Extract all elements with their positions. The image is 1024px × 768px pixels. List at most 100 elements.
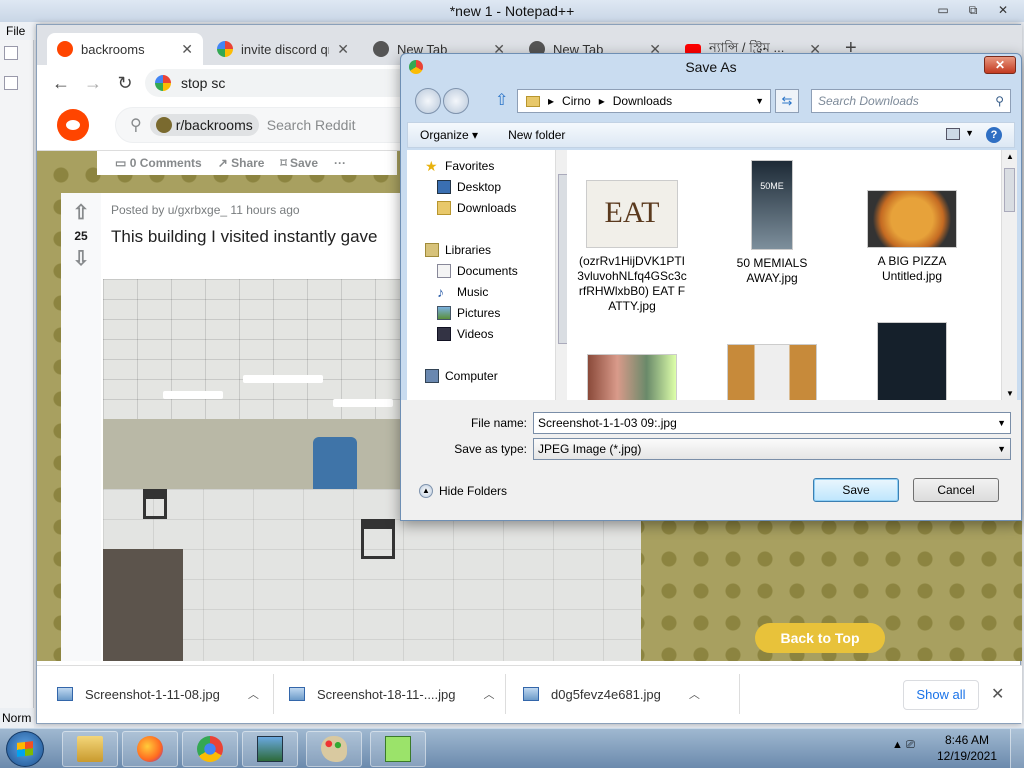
tab-backrooms[interactable]: backrooms ✕ [47,33,203,65]
file-item[interactable]: EAT (ozrRv1HijDVK1PTI3vluvohNLfq4GSc3crf… [567,180,697,314]
save-form: File name: Screenshot-1-1-03 09:.jpg ▼ S… [401,400,1021,520]
help-icon[interactable]: ? [986,127,1002,143]
view-icon[interactable] [946,128,960,140]
hide-folders-label: Hide Folders [439,484,508,498]
taskbar-firefox[interactable] [122,731,178,767]
dropdown-arrow-icon[interactable]: ▼ [755,96,764,106]
up-arrow-icon[interactable]: ⇧ [495,90,508,110]
hide-folders-toggle[interactable]: ▲ Hide Folders [419,484,507,498]
download-item[interactable]: Screenshot-18-11-....jpg ︿ [289,680,495,708]
desktop-icon [437,180,451,194]
chevron-up-icon[interactable]: ︿ [248,686,259,702]
taskbar-chrome[interactable] [182,731,238,767]
dialog-close-button[interactable]: ✕ [984,56,1016,74]
back-arrow-icon[interactable]: ← [45,73,77,94]
file-item[interactable] [847,322,977,400]
share-button[interactable]: ↗ Share [218,156,265,170]
back-to-top-button[interactable]: Back to Top [755,623,885,653]
tab-close-icon[interactable]: ✕ [181,41,193,58]
nav-music[interactable]: ♪ Music [437,282,488,302]
nav-videos[interactable]: Videos [437,324,493,344]
file-item[interactable]: A BIG PIZZA Untitled.jpg [847,190,977,284]
start-button[interactable] [6,731,44,767]
close-button[interactable]: ✕ [990,2,1016,18]
comments-label: 0 Comments [129,156,202,170]
share-icon: ↗ [217,156,228,170]
menu-file[interactable]: File [0,22,40,40]
show-desktop-button[interactable] [1010,729,1024,768]
dropdown-arrow-icon[interactable]: ▼ [997,413,1006,433]
notepadpp-window-controls: ▭ ⧉ ✕ [930,2,1016,18]
tab-invite-discord[interactable]: invite discord qr ✕ [207,33,359,65]
show-all-button[interactable]: Show all [903,680,979,710]
chevron-up-icon[interactable]: ︿ [484,686,495,702]
file-item[interactable]: 50ME 50 MEMIALS AWAY.jpg [707,160,837,286]
breadcrumb-cirno[interactable]: Cirno [562,94,591,108]
share-label: Share [231,156,265,170]
subreddit-chip[interactable]: r/backrooms [149,114,259,136]
maximize-button[interactable]: ⧉ [960,2,986,18]
download-item[interactable]: Screenshot-1-11-08.jpg ︿ [57,680,259,708]
cancel-button[interactable]: Cancel [913,478,999,502]
save-post-button[interactable]: ⌑ Save [280,156,318,170]
taskbar-photos[interactable] [242,731,298,767]
scroll-down-icon[interactable]: ▼ [1006,389,1014,398]
breadcrumb-downloads[interactable]: Downloads [613,94,672,108]
save-type-select[interactable]: JPEG Image (*.jpg) ▼ [533,438,1011,460]
divider [505,674,506,714]
forward-button[interactable] [443,88,469,114]
minimize-button[interactable]: ▭ [930,2,956,18]
search-downloads-input[interactable]: Search Downloads ⚲ [811,89,1011,113]
taskbar-notepadpp[interactable] [370,731,426,767]
close-downloads-icon[interactable]: ✕ [991,684,1004,704]
new-file-icon[interactable] [4,46,18,60]
document-tab-icon[interactable] [4,76,18,90]
pictures-icon [437,306,451,320]
download-item[interactable]: d0g5fevz4e681.jpg ︿ [523,680,700,708]
chevron-up-icon[interactable]: ︿ [689,686,700,702]
file-thumbnail [727,344,817,400]
image-file-icon [289,687,305,701]
organize-button[interactable]: Organize ▾ [420,128,478,142]
more-options-button[interactable]: ··· [334,156,346,170]
refresh-icon[interactable]: ⇆ [775,89,799,113]
nav-computer[interactable]: Computer [425,366,498,386]
nav-desktop[interactable]: Desktop [437,177,501,197]
comments-button[interactable]: ▭ 0 Comments [115,156,202,170]
downvote-arrow-icon[interactable]: ⇩ [61,247,101,271]
clock-time: 8:46 AM [944,733,990,747]
tray-overflow-icon[interactable]: ▲ ⎚ [892,739,915,752]
file-item[interactable] [707,344,837,400]
scroll-thumb[interactable] [1004,168,1015,212]
nav-label: Libraries [445,243,492,257]
reload-icon[interactable]: ↻ [109,73,141,94]
scroll-up-icon[interactable]: ▲ [1006,152,1014,161]
post-title[interactable]: This building I visited instantly gave [111,227,377,247]
upvote-arrow-icon[interactable]: ⇧ [61,201,101,225]
back-button[interactable] [415,88,441,114]
reddit-logo-icon[interactable] [57,109,89,141]
nav-favorites[interactable]: ★ Favorites [425,156,494,176]
nav-downloads[interactable]: Downloads [437,198,516,218]
reddit-search-input[interactable]: ⚲ r/backrooms Search Reddit [115,107,445,143]
file-name-input[interactable]: Screenshot-1-1-03 09:.jpg ▼ [533,412,1011,434]
nav-pictures[interactable]: Pictures [437,303,500,323]
nav-label: Favorites [445,159,495,173]
search-placeholder: Search Downloads [818,94,919,108]
path-breadcrumb[interactable]: ▸ Cirno ▸ Downloads ▼ [517,89,771,113]
taskbar-explorer[interactable] [62,731,118,767]
dropdown-arrow-icon[interactable]: ▼ [997,439,1006,459]
nav-libraries[interactable]: Libraries [425,240,491,260]
tab-close-icon[interactable]: ✕ [337,41,349,58]
chevron-down-icon[interactable]: ▼ [965,128,974,138]
file-item[interactable] [567,354,697,400]
taskbar-paint[interactable] [306,731,362,767]
reddit-icon [57,41,73,57]
forward-arrow-icon[interactable]: → [77,73,109,94]
file-thumbnail [587,354,677,400]
nav-documents[interactable]: Documents [437,261,518,281]
save-button[interactable]: Save [813,478,899,502]
system-clock[interactable]: 8:46 AM 12/19/2021 [936,732,998,764]
new-folder-button[interactable]: New folder [508,128,565,142]
file-list-scrollbar[interactable]: ▲ ▼ [1001,150,1017,400]
